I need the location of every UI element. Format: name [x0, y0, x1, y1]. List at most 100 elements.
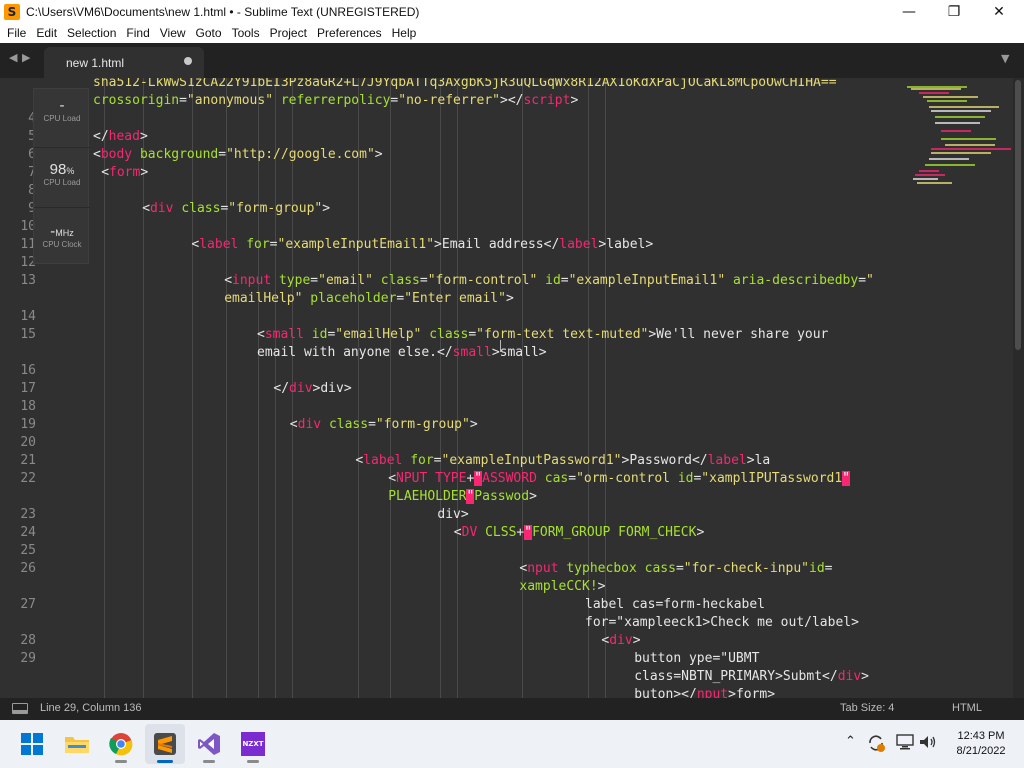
- taskbar-visual-studio[interactable]: [189, 724, 229, 764]
- tab-list-dropdown-icon[interactable]: ▼: [1001, 52, 1009, 65]
- menu-goto[interactable]: Goto: [191, 23, 227, 43]
- code-token: class: [380, 273, 420, 288]
- minimap-line: [945, 144, 995, 146]
- cpu-load-value-1: -: [59, 97, 65, 114]
- code-line[interactable]: div>: [437, 506, 468, 524]
- syntax-selector[interactable]: HTML: [952, 702, 982, 714]
- code-line[interactable]: <small id="emailHelp" class="form-text t…: [257, 326, 828, 344]
- menu-edit[interactable]: Edit: [31, 23, 62, 43]
- panel-toggle-icon[interactable]: [12, 703, 28, 714]
- code-line[interactable]: <div>: [601, 632, 640, 650]
- minimap-line: [929, 106, 999, 108]
- tab-prev-arrow-icon[interactable]: ◀: [9, 51, 17, 64]
- code-line[interactable]: <body background="http://google.com">: [93, 146, 383, 164]
- code-token: <: [224, 273, 233, 288]
- cpu-load-cell-1: - CPU Load: [34, 97, 90, 123]
- code-token: "form-text text-muted": [476, 327, 649, 342]
- code-line[interactable]: <form>: [101, 164, 148, 182]
- code-line[interactable]: </head>: [93, 128, 148, 146]
- code-line[interactable]: <nput typhecbox cass="for-check-inpu"id=: [519, 560, 832, 578]
- menu-find[interactable]: Find: [121, 23, 154, 43]
- code-line[interactable]: <div class="form-group">: [142, 200, 330, 218]
- code-line[interactable]: <NPUT TYPE+"ASSWORD cas="orm-control id=…: [388, 470, 851, 488]
- code-token: id: [677, 471, 694, 486]
- code-token: >label>: [598, 237, 654, 252]
- tab-size-selector[interactable]: Tab Size: 4: [840, 702, 894, 714]
- start-button[interactable]: [12, 724, 52, 764]
- minimap[interactable]: [905, 78, 1013, 188]
- unsaved-dot-icon[interactable]: [184, 57, 192, 65]
- code-line[interactable]: buton></nput>form>: [634, 686, 775, 698]
- menu-view[interactable]: View: [155, 23, 191, 43]
- code-token: div: [289, 381, 313, 396]
- code-line[interactable]: <div class="form-group">: [290, 416, 478, 434]
- code-line[interactable]: sha512-LkWwS1zCA22Y91bEI3Pz8aGR2+L7J9Yqb…: [93, 78, 837, 92]
- menu-project[interactable]: Project: [265, 23, 312, 43]
- tab-label: new 1.html: [66, 55, 125, 70]
- active-indicator: [157, 760, 173, 763]
- code-line[interactable]: <input type="email" class="form-control"…: [224, 272, 874, 290]
- code-token: >la: [746, 453, 771, 468]
- taskbar-file-explorer[interactable]: [57, 724, 97, 764]
- code-token: id: [311, 327, 328, 342]
- clock[interactable]: 12:43 PM 8/21/2022: [944, 729, 1018, 759]
- minimap-line: [941, 130, 971, 132]
- code-token: "http://google.com": [226, 147, 375, 162]
- code-line[interactable]: for="xampleeck1>Check me out/label>: [585, 614, 859, 632]
- menu-help[interactable]: Help: [387, 23, 422, 43]
- code-token: "email": [318, 273, 373, 288]
- tray-overflow-chevron-icon[interactable]: ⌃: [845, 734, 856, 749]
- widget-divider: [34, 207, 90, 208]
- code-token: "exampleInputEmail1": [277, 237, 435, 252]
- tab-next-arrow-icon[interactable]: ▶: [22, 51, 30, 64]
- taskbar-chrome[interactable]: [101, 724, 141, 764]
- taskbar-nzxt-cam[interactable]: NZXT: [233, 724, 273, 764]
- code-token: DV: [461, 525, 478, 540]
- restore-button[interactable]: ❐: [931, 0, 977, 23]
- menu-preferences[interactable]: Preferences: [312, 23, 387, 43]
- code-area[interactable]: sha512-LkWwS1zCA22Y91bEI3Pz8aGR2+L7J9Yqb…: [0, 78, 1024, 698]
- code-token: =: [675, 561, 684, 576]
- code-line[interactable]: button ype="UBMT: [634, 650, 759, 668]
- code-token: <: [388, 471, 397, 486]
- code-token: id: [545, 273, 561, 288]
- code-token: "anonymous": [186, 93, 274, 108]
- code-editor[interactable]: 4567891011121314151617181920212223242526…: [0, 78, 1024, 698]
- code-line[interactable]: <label for="exampleInputPassword1">Passw…: [355, 452, 770, 470]
- code-line[interactable]: email with anyone else.</small>small>: [257, 344, 547, 362]
- code-line[interactable]: crossorigin="anonymous" referrerpolicy="…: [93, 92, 578, 110]
- menu-selection[interactable]: Selection: [62, 23, 121, 43]
- code-line[interactable]: emailHelp" placeholder="Enter email">: [224, 290, 514, 308]
- code-line[interactable]: <DV CLSS+"FORM_GROUP FORM_CHECK>: [454, 524, 704, 542]
- sync-alert-icon[interactable]: [866, 733, 886, 753]
- code-token: class=NBTN_PRIMARY>Submt</: [634, 669, 838, 684]
- menu-file[interactable]: File: [2, 23, 31, 43]
- vertical-scrollbar[interactable]: [1013, 78, 1024, 698]
- scrollbar-thumb[interactable]: [1015, 80, 1021, 350]
- code-line[interactable]: PLAEHOLDER"Passwod>: [388, 488, 537, 506]
- code-token: body: [100, 147, 133, 162]
- network-icon[interactable]: [895, 734, 915, 750]
- code-token: nput: [696, 687, 729, 698]
- menu-tools[interactable]: Tools: [227, 23, 265, 43]
- code-token: div: [297, 417, 322, 432]
- code-token: <: [453, 525, 462, 540]
- minimize-button[interactable]: —: [886, 0, 932, 23]
- volume-icon[interactable]: [918, 734, 938, 750]
- code-line[interactable]: class=NBTN_PRIMARY>Submt</div>: [634, 668, 869, 686]
- code-token: div>: [437, 507, 469, 522]
- code-token: typhecbox: [566, 561, 637, 576]
- code-token: =: [368, 417, 376, 432]
- cursor-position[interactable]: Line 29, Column 136: [40, 702, 142, 714]
- code-line[interactable]: xampleCCK!>: [519, 578, 605, 596]
- taskbar-sublime-text[interactable]: [145, 724, 185, 764]
- tab-new-1-html[interactable]: new 1.html: [44, 47, 204, 78]
- close-button[interactable]: ✕: [976, 0, 1022, 23]
- code-line[interactable]: <label for="exampleInputEmail1">Email ad…: [191, 236, 653, 254]
- code-line[interactable]: label cas=form-heckabel: [585, 596, 765, 614]
- code-line[interactable]: </div>div>: [273, 380, 351, 398]
